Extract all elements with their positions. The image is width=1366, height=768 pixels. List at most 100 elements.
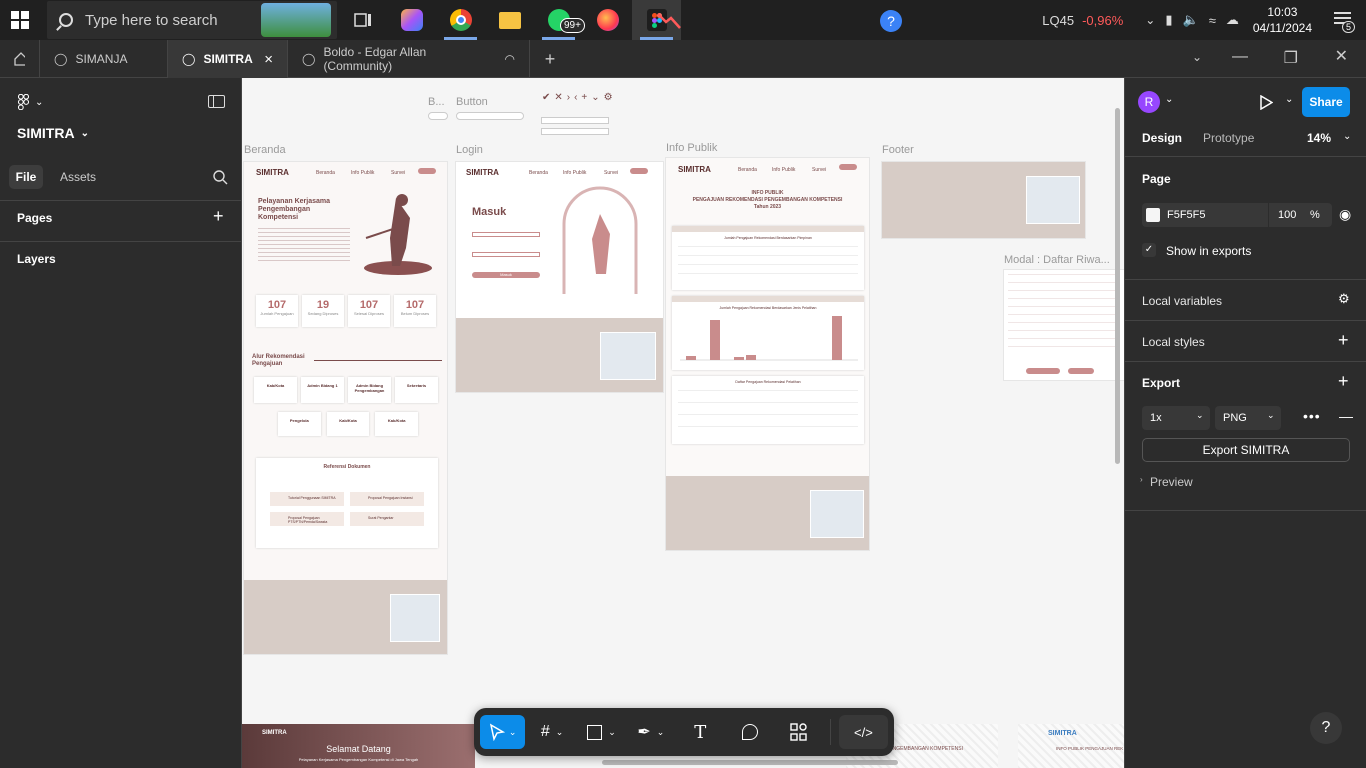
zoom-level[interactable]: 14% [1307, 131, 1331, 145]
local-variables-label[interactable]: Local variables [1142, 294, 1222, 308]
preview-toggle[interactable]: Preview [1150, 475, 1193, 489]
task-view-icon[interactable] [338, 0, 387, 40]
frame-label-b[interactable]: B... [428, 96, 445, 108]
frame-tool-button[interactable]: # ⌄ [529, 715, 574, 749]
button-component[interactable] [428, 112, 448, 120]
frame-label-info-publik[interactable]: Info Publik [666, 142, 717, 154]
tab-boldo[interactable]: ◯ Boldo - Edgar Allan (Community) ◠ [288, 40, 530, 78]
checkbox-show-in-exports[interactable]: ✓ [1142, 243, 1156, 257]
banner-title: Selamat Datang [326, 744, 391, 754]
search-icon[interactable] [213, 170, 228, 185]
info-nav-link: Beranda [738, 167, 757, 173]
pen-tool-button[interactable]: ✒ ⌄ [628, 715, 673, 749]
copilot-icon[interactable] [387, 0, 436, 40]
taskbar-search-box[interactable]: Type here to search [47, 1, 337, 39]
actions-tool-button[interactable] [776, 715, 821, 749]
tab-assets[interactable]: Assets [60, 170, 96, 184]
tab-prototype[interactable]: Prototype [1203, 131, 1254, 145]
login-username-field [472, 232, 540, 237]
tab-design[interactable]: Design [1142, 131, 1182, 145]
firefox-icon[interactable] [583, 0, 632, 40]
file-name-button[interactable]: SIMITRA ⌄ [17, 125, 89, 141]
frame-modal[interactable] [1004, 270, 1124, 380]
page-color-hex[interactable]: F5F5F5 [1167, 209, 1206, 221]
battery-icon[interactable]: ▮ [1165, 12, 1172, 28]
eye-icon[interactable]: ◉ [1339, 206, 1351, 223]
frame-info-banner-2[interactable]: SIMITRA INFO PUBLIK PENGAJUAN REK [1018, 724, 1124, 768]
windows-start-icon[interactable] [0, 0, 40, 40]
text-icon: T [694, 721, 707, 743]
wifi-icon[interactable]: ≈ [1209, 13, 1216, 28]
close-icon[interactable]: × [264, 51, 273, 68]
restore-icon[interactable]: ❐ [1284, 48, 1298, 68]
more-options-icon[interactable]: ••• [1303, 408, 1321, 424]
help-tips-icon[interactable]: ? [880, 10, 902, 32]
chrome-icon[interactable] [436, 0, 485, 40]
chevron-up-icon[interactable]: ⌄ [1145, 13, 1155, 27]
vertical-scrollbar[interactable] [1115, 108, 1120, 464]
export-button[interactable]: Export SIMITRA [1142, 438, 1350, 462]
frame-login[interactable]: SIMITRA Beranda Info Publik Survei Masuk… [456, 162, 663, 392]
export-format-select[interactable]: PNG ⌄ [1215, 406, 1281, 430]
move-tool-button[interactable]: ⌄ [480, 715, 526, 749]
add-style-icon[interactable]: + [1338, 330, 1349, 351]
input-component[interactable] [541, 117, 609, 124]
new-tab-icon[interactable]: + [530, 40, 570, 78]
cursor-icon [489, 723, 505, 741]
file-explorer-icon[interactable] [485, 0, 534, 40]
minimize-icon[interactable]: — [1232, 48, 1248, 66]
export-scale-select[interactable]: 1x ⌄ [1142, 406, 1210, 430]
page-opacity[interactable]: 100 [1278, 209, 1296, 221]
tab-simitra[interactable]: ◯ SIMITRA × [168, 40, 288, 78]
frame-label-footer[interactable]: Footer [882, 144, 914, 156]
add-page-icon[interactable]: + [213, 206, 224, 227]
text-tool-button[interactable]: T [678, 715, 723, 749]
toggle-sidebar-icon[interactable] [208, 95, 225, 108]
frame-label-login[interactable]: Login [456, 144, 483, 156]
input-component[interactable] [541, 128, 609, 135]
share-button[interactable]: Share [1302, 87, 1350, 117]
page-fill-field[interactable]: F5F5F5 100 % [1142, 203, 1332, 227]
local-styles-label[interactable]: Local styles [1142, 335, 1205, 349]
color-swatch[interactable] [1146, 208, 1160, 222]
tab-dropdown-icon[interactable]: ⌄ [1192, 50, 1202, 64]
shape-tool-button[interactable]: ⌄ [579, 715, 624, 749]
tab-simanja[interactable]: ◯ SIMANJA [40, 40, 168, 78]
cloud-icon[interactable]: ☁ [1226, 12, 1239, 28]
volume-icon[interactable]: 🔈 [1183, 12, 1199, 28]
frame-label-beranda[interactable]: Beranda [244, 144, 286, 156]
frame-info-publik[interactable]: SIMITRA Beranda Info Publik Survei INFO … [666, 158, 869, 550]
frame-banner[interactable]: SIMITRA Selamat Datang Pelayanan Kerjasa… [242, 724, 475, 768]
variables-icon[interactable]: ⚙ [1338, 291, 1350, 307]
banner-brand: SIMITRA [262, 730, 287, 736]
frame-beranda[interactable]: SIMITRA Beranda Info Publik Survei Pelay… [244, 162, 447, 654]
chevron-down-icon[interactable]: ⌄ [1343, 131, 1351, 142]
remove-export-icon[interactable]: — [1339, 408, 1353, 424]
button-component[interactable] [456, 112, 524, 120]
whatsapp-icon[interactable]: 99+ [534, 0, 585, 40]
help-button[interactable]: ? [1310, 712, 1342, 744]
main-menu-button[interactable]: ⌄ [18, 94, 43, 110]
home-icon[interactable] [0, 40, 40, 78]
play-icon[interactable] [1259, 95, 1273, 110]
chevron-right-icon[interactable]: › [1140, 475, 1143, 484]
add-export-icon[interactable]: + [1338, 371, 1349, 392]
banner-right-brand: SIMITRA [1048, 730, 1077, 737]
avatar[interactable]: R [1138, 91, 1160, 113]
clock[interactable]: 10:03 04/11/2024 [1253, 4, 1312, 36]
window-close-icon[interactable]: ✕ [1335, 46, 1348, 66]
map-thumbnail [810, 490, 864, 538]
design-canvas[interactable]: B... Button ✔✕›‹+⌄⚙ Beranda SIMITRA Bera… [242, 78, 1124, 768]
tab-file[interactable]: File [9, 165, 43, 189]
frame-footer[interactable] [882, 162, 1085, 238]
frame-label-button[interactable]: Button [456, 96, 488, 108]
icon-set-component[interactable]: ✔✕›‹+⌄⚙ [542, 92, 617, 103]
loading-spinner-icon: ◠ [504, 52, 515, 66]
frame-label-modal[interactable]: Modal : Daftar Riwa... [1004, 254, 1110, 266]
dev-mode-toggle[interactable]: </> [838, 715, 889, 749]
horizontal-scrollbar[interactable] [602, 760, 898, 765]
notification-center-icon[interactable]: 5 [1334, 11, 1356, 33]
comment-tool-button[interactable] [727, 715, 772, 749]
chevron-down-icon[interactable]: ⌄ [1285, 94, 1293, 105]
chevron-down-icon[interactable]: ⌄ [1165, 94, 1173, 105]
